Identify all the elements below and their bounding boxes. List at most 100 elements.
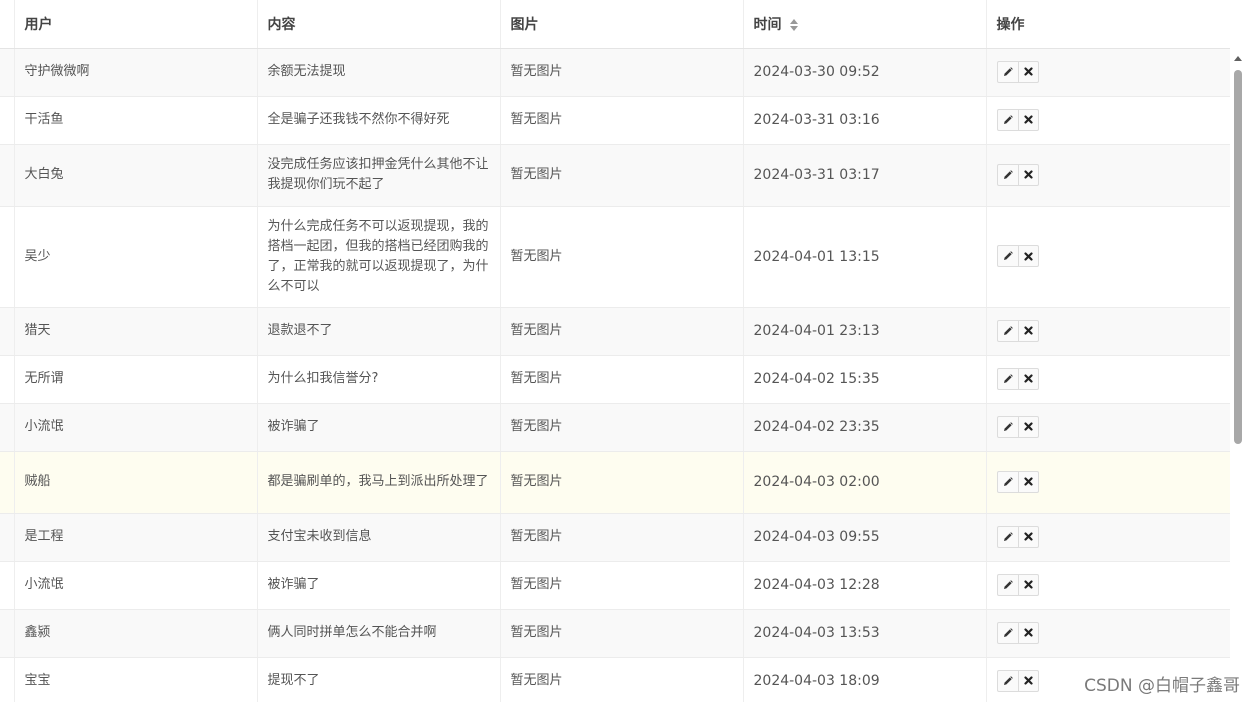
table-row: 宝宝 提现不了 暂无图片 2024-04-03 18:09 (0, 657, 1230, 702)
feedback-table: 用户 内容 图片 时间 操作 守护微微啊 余额无法提现 暂无图片 2024-03-30… (0, 0, 1230, 702)
pencil-icon (1003, 531, 1013, 542)
row-edge (0, 403, 14, 452)
action-button-group (996, 163, 1039, 186)
edit-button[interactable] (998, 623, 1018, 643)
row-edge (0, 609, 14, 658)
header-actions: 操作 (985, 0, 1230, 49)
close-icon (1023, 170, 1033, 179)
delete-button[interactable] (1017, 164, 1038, 185)
cell-image: 暂无图片 (499, 307, 743, 356)
delete-button[interactable] (1017, 471, 1038, 492)
cell-user: 大白兔 (13, 144, 257, 207)
close-icon (1023, 532, 1033, 541)
scroll-up-arrow-icon[interactable] (1234, 56, 1242, 61)
delete-button[interactable] (1017, 574, 1038, 595)
delete-button[interactable] (1017, 622, 1038, 643)
action-button-group (996, 573, 1039, 596)
cell-image: 暂无图片 (499, 561, 743, 610)
pencil-icon (1003, 627, 1013, 638)
cell-user: 干活鱼 (13, 96, 257, 145)
delete-button[interactable] (1017, 526, 1038, 547)
cell-content: 余额无法提现 (256, 48, 500, 97)
action-button-group (996, 60, 1039, 83)
header-time-label: 时间 (753, 16, 782, 33)
edit-button[interactable] (998, 62, 1018, 82)
delete-button[interactable] (1017, 61, 1038, 82)
vertical-scrollbar[interactable] (1230, 48, 1246, 702)
cell-image: 暂无图片 (499, 403, 743, 452)
cell-actions (985, 144, 1230, 207)
table-row: 大白兔 没完成任务应该扣押金凭什么其他不让我提现你们玩不起了 暂无图片 2024-03… (0, 144, 1230, 207)
cell-user: 小流氓 (13, 403, 257, 452)
cell-actions (985, 561, 1230, 610)
edit-button[interactable] (998, 417, 1018, 437)
edit-button[interactable] (998, 575, 1018, 595)
scrollbar-thumb[interactable] (1234, 70, 1242, 444)
cell-time: 2024-03-30 09:52 (742, 48, 986, 97)
action-button-group (996, 415, 1039, 438)
delete-button[interactable] (1017, 670, 1038, 691)
header-time[interactable]: 时间 (742, 0, 986, 49)
edit-button[interactable] (998, 110, 1018, 130)
row-edge (0, 657, 14, 702)
cell-image: 暂无图片 (499, 657, 743, 702)
close-icon (1023, 477, 1033, 486)
close-icon (1023, 67, 1033, 76)
cell-image: 暂无图片 (499, 206, 743, 308)
table-row: 猎天 退款退不了 暂无图片 2024-04-01 23:13 (0, 307, 1230, 356)
action-button-group (996, 245, 1039, 267)
row-edge (0, 48, 14, 97)
cell-content: 为什么扣我信誉分? (256, 355, 500, 404)
cell-actions (985, 96, 1230, 145)
table-row: 小流氓 被诈骗了 暂无图片 2024-04-02 23:35 (0, 403, 1230, 452)
cell-time: 2024-04-02 23:35 (742, 403, 986, 452)
table-row: 是工程 支付宝未收到信息 暂无图片 2024-04-03 09:55 (0, 513, 1230, 562)
cell-time: 2024-04-03 13:53 (742, 609, 986, 658)
delete-button[interactable] (1017, 416, 1038, 437)
table-header-row: 用户 内容 图片 时间 操作 (0, 0, 1230, 49)
edit-button[interactable] (998, 321, 1018, 341)
cell-time: 2024-04-01 13:15 (742, 206, 986, 308)
action-button-group (996, 669, 1039, 692)
cell-time: 2024-04-02 15:35 (742, 355, 986, 404)
edit-button[interactable] (998, 246, 1018, 266)
edit-button[interactable] (998, 527, 1018, 547)
cell-actions (985, 48, 1230, 97)
header-user: 用户 (13, 0, 257, 49)
close-icon (1023, 374, 1033, 383)
cell-user: 无所谓 (13, 355, 257, 404)
cell-user: 吴少 (13, 206, 257, 308)
pencil-icon (1003, 675, 1013, 686)
delete-button[interactable] (1017, 320, 1038, 341)
delete-button[interactable] (1017, 109, 1038, 130)
row-edge (0, 513, 14, 562)
pencil-icon (1003, 421, 1013, 432)
cell-image: 暂无图片 (499, 96, 743, 145)
cell-content: 俩人同时拼单怎么不能合并啊 (256, 609, 500, 658)
table-row: 贼船 都是骗刷单的，我马上到派出所处理了 暂无图片 2024-04-03 02:00 (0, 451, 1230, 514)
cell-actions (985, 451, 1230, 514)
cell-user: 守护微微啊 (13, 48, 257, 97)
pencil-icon (1003, 325, 1013, 336)
cell-time: 2024-04-03 18:09 (742, 657, 986, 702)
cell-user: 是工程 (13, 513, 257, 562)
edit-button[interactable] (998, 671, 1018, 691)
delete-button[interactable] (1017, 246, 1038, 266)
cell-actions (985, 307, 1230, 356)
delete-button[interactable] (1017, 368, 1038, 389)
pencil-icon (1003, 579, 1013, 590)
close-icon (1023, 251, 1033, 261)
cell-content: 为什么完成任务不可以返现提现，我的搭档一起团，但我的搭档已经团购我的了，正常我的… (256, 206, 500, 308)
table-row: 鑫颍 俩人同时拼单怎么不能合并啊 暂无图片 2024-04-03 13:53 (0, 609, 1230, 658)
sort-icon[interactable] (789, 18, 798, 31)
feedback-table-container: 用户 内容 图片 时间 操作 守护微微啊 余额无法提现 暂无图片 2024-03-30… (0, 0, 1230, 702)
edit-button[interactable] (998, 472, 1018, 492)
edit-button[interactable] (998, 369, 1018, 389)
pencil-icon (1003, 476, 1013, 487)
cell-content: 退款退不了 (256, 307, 500, 356)
cell-content: 支付宝未收到信息 (256, 513, 500, 562)
edit-button[interactable] (998, 165, 1018, 185)
row-edge (0, 307, 14, 356)
cell-user: 鑫颍 (13, 609, 257, 658)
header-edge (0, 0, 14, 49)
